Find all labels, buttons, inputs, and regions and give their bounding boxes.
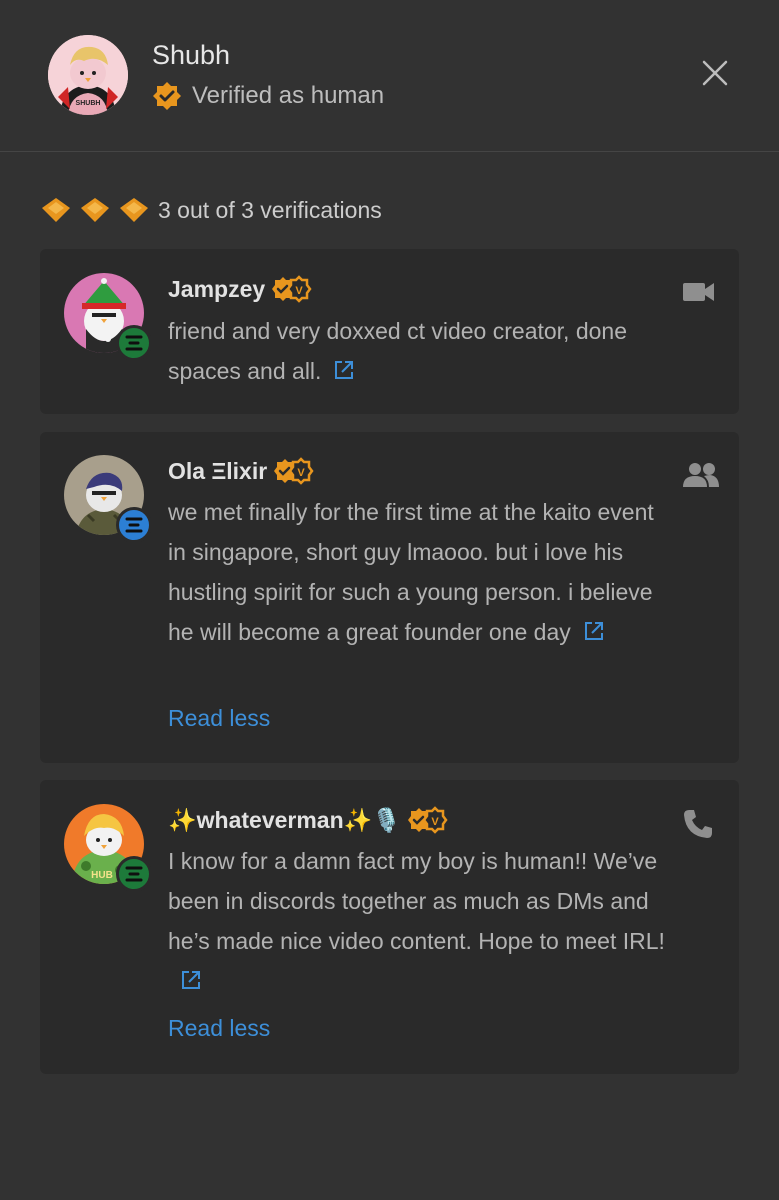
verification-card: Ola Ξlixir V we met finally for the firs… [40, 432, 739, 763]
elixir-logo-icon [116, 507, 152, 543]
verified-badge-icon [153, 82, 181, 110]
verification-badges [40, 196, 150, 224]
verification-text: friend and very doxxed ct video creator,… [168, 318, 628, 384]
video-camera-icon [682, 279, 716, 310]
diamond-badge-icon [120, 198, 148, 222]
read-less-link[interactable]: Read less [168, 705, 270, 732]
voucher-name[interactable]: ✨whateverman✨🎙️ [168, 807, 401, 834]
read-less-link[interactable]: Read less [168, 1015, 270, 1042]
avatar[interactable]: SHUBH [48, 35, 128, 115]
verification-count: 3 out of 3 verifications [158, 196, 382, 223]
voucher-name-row: ✨whateverman✨🎙️ V [168, 803, 449, 837]
voucher-name[interactable]: Ola Ξlixir [168, 458, 267, 485]
close-button[interactable] [697, 55, 733, 91]
external-link-icon[interactable] [583, 620, 605, 642]
svg-text:V: V [298, 467, 306, 479]
external-link-icon[interactable] [333, 359, 355, 381]
elixir-logo-icon [116, 856, 152, 892]
verified-badge-icon: V [407, 806, 448, 834]
verified-label: Verified as human [192, 82, 385, 109]
verification-text: we met finally for the first time at the… [168, 499, 654, 645]
svg-text:V: V [296, 285, 304, 297]
voucher-name-row: Jampzey V [168, 272, 313, 306]
verification-summary: 3 out of 3 verifications [40, 192, 382, 228]
voucher-avatar[interactable] [64, 273, 152, 361]
phone-icon [682, 808, 714, 845]
voucher-avatar[interactable]: HUB [64, 804, 152, 892]
verified-status: Verified as human [152, 80, 384, 112]
svg-text:V: V [431, 816, 439, 828]
voucher-name-row: Ola Ξlixir V [168, 454, 315, 488]
voucher-avatar[interactable] [64, 455, 152, 543]
verification-card: Jampzey V friend and very doxxed ct vide… [40, 249, 739, 414]
close-icon[interactable] [701, 59, 729, 87]
verification-text: I know for a damn fact my boy is human!!… [168, 841, 668, 1001]
svg-text:HUB: HUB [91, 870, 113, 881]
voucher-name[interactable]: Jampzey [168, 276, 265, 303]
diamond-badge-icon [42, 198, 70, 222]
people-icon [682, 462, 720, 493]
elixir-logo-icon [116, 325, 152, 361]
external-link-icon[interactable] [180, 969, 202, 991]
diamond-badge-icon [81, 198, 109, 222]
profile-header: SHUBH Shubh Verified as human [0, 0, 779, 152]
svg-text:SHUBH: SHUBH [76, 100, 101, 107]
profile-name: Shubh [152, 40, 231, 70]
verified-badge-icon: V [272, 275, 312, 303]
verification-card: HUB ✨whateverman✨🎙️ V I know for a damn … [40, 780, 739, 1074]
verified-badge-icon: V [274, 457, 314, 485]
